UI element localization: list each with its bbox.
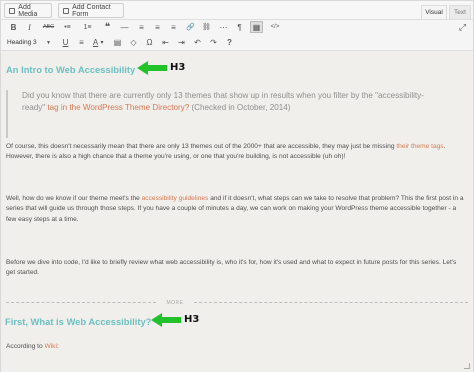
add-contact-form-button[interactable]: Add Contact Form bbox=[58, 3, 124, 18]
editor-content[interactable]: An Intro to Web Accessibility H3 Did you… bbox=[1, 52, 473, 372]
paragraph-4: According to Wiki: bbox=[6, 342, 464, 352]
add-contact-form-label: Add Contact Form bbox=[72, 3, 111, 18]
paste-as-text-icon[interactable]: ▤ bbox=[111, 36, 124, 48]
h3-annotation-2: H3 bbox=[151, 313, 199, 327]
code-icon[interactable]: </> bbox=[267, 21, 283, 33]
read-more-icon[interactable]: ⋯ bbox=[217, 21, 230, 33]
outdent-icon[interactable]: ⇤ bbox=[159, 36, 172, 48]
heading-first: First, What is Web Accessibility? bbox=[5, 316, 152, 327]
p2-text-before: Well, how do we know if our theme meet's… bbox=[6, 195, 142, 202]
quote-text-after: (Checked in October, 2014) bbox=[189, 103, 291, 113]
add-media-button[interactable]: Add Media bbox=[4, 3, 52, 18]
italic-icon[interactable]: I bbox=[23, 21, 36, 33]
fullscreen-icon[interactable]: ⤢ bbox=[456, 21, 469, 33]
more-divider-line-right bbox=[194, 302, 468, 303]
underline-icon[interactable]: U bbox=[59, 36, 72, 48]
tab-text[interactable]: Text bbox=[449, 5, 471, 19]
arrow-label: H3 bbox=[170, 61, 186, 73]
paragraph-2: Well, how do we know if our theme meet's… bbox=[6, 194, 464, 225]
p4-text-before: According to bbox=[6, 343, 45, 350]
more-label: MORE bbox=[166, 300, 184, 306]
format-select-value: Heading 3 bbox=[7, 39, 37, 46]
bulleted-list-icon[interactable]: •≡ bbox=[61, 21, 74, 33]
clear-formatting-icon[interactable]: ◇ bbox=[127, 36, 140, 48]
arrow-left-icon bbox=[137, 61, 167, 75]
arrow-label: H3 bbox=[184, 313, 200, 325]
text-color-dropdown-icon[interactable]: ▾ bbox=[98, 36, 106, 48]
more-divider: MORE bbox=[6, 298, 468, 306]
editor-toolbar: B I ABC •≡ 1≡ ❝ — ≡ ≡ ≡ 🔗 ⛓ ⋯ ¶ ▦ </> ⤢ … bbox=[1, 19, 473, 51]
align-right-icon[interactable]: ≡ bbox=[167, 21, 180, 33]
blockquote: Did you know that there are currently on… bbox=[6, 90, 446, 138]
media-icon bbox=[9, 7, 16, 14]
align-left-icon[interactable]: ≡ bbox=[135, 21, 148, 33]
toolbar-toggle-icon[interactable]: ▦ bbox=[250, 21, 263, 33]
tab-visual[interactable]: Visual bbox=[421, 5, 447, 19]
accessibility-guidelines-link[interactable]: accessibility guidelines bbox=[142, 195, 209, 202]
add-media-label: Add Media bbox=[18, 3, 38, 18]
chevron-down-icon: ▼ bbox=[46, 39, 51, 46]
help-icon[interactable]: ? bbox=[223, 36, 236, 48]
p4-text-after: : bbox=[56, 343, 59, 350]
paragraph-3: Before we dive into code, I'd like to br… bbox=[6, 259, 457, 277]
resize-handle[interactable] bbox=[464, 363, 470, 369]
redo-icon[interactable]: ↷ bbox=[207, 36, 220, 48]
justify-icon[interactable]: ≡ bbox=[75, 36, 88, 48]
special-character-icon[interactable]: Ω bbox=[143, 36, 156, 48]
unlink-icon[interactable]: ⛓ bbox=[200, 21, 213, 33]
quote-link[interactable]: tag in the WordPress Theme Directory? bbox=[47, 103, 189, 112]
numbered-list-icon[interactable]: 1≡ bbox=[81, 21, 94, 33]
h3-annotation-1: H3 bbox=[137, 61, 185, 75]
wiki-link[interactable]: Wiki bbox=[44, 343, 56, 350]
strikethrough-icon[interactable]: ABC bbox=[41, 21, 56, 33]
theme-tags-link[interactable]: their theme tags bbox=[396, 143, 443, 150]
form-icon bbox=[63, 7, 70, 14]
format-select[interactable]: Heading 3 ▼ bbox=[7, 37, 51, 48]
paragraph-icon[interactable]: ¶ bbox=[233, 21, 246, 33]
indent-icon[interactable]: ⇥ bbox=[175, 36, 188, 48]
heading-intro: An Intro to Web Accessibility bbox=[6, 64, 136, 75]
horizontal-line-icon[interactable]: — bbox=[118, 21, 131, 33]
undo-icon[interactable]: ↶ bbox=[191, 36, 204, 48]
align-center-icon[interactable]: ≡ bbox=[151, 21, 164, 33]
editor-frame: Add Media Add Contact Form Visual Text B… bbox=[0, 0, 474, 372]
bold-icon[interactable]: B bbox=[7, 21, 20, 33]
arrow-left-icon bbox=[151, 313, 181, 327]
p1-text-before: Of course, this doesn't necessarily mean… bbox=[6, 143, 397, 150]
media-buttons-bar: Add Media Add Contact Form Visual Text bbox=[1, 1, 473, 19]
blockquote-icon[interactable]: ❝ bbox=[101, 21, 114, 33]
more-divider-line-left bbox=[6, 302, 156, 303]
insert-link-icon[interactable]: 🔗 bbox=[184, 21, 197, 33]
paragraph-1: Of course, this doesn't necessarily mean… bbox=[6, 142, 464, 163]
